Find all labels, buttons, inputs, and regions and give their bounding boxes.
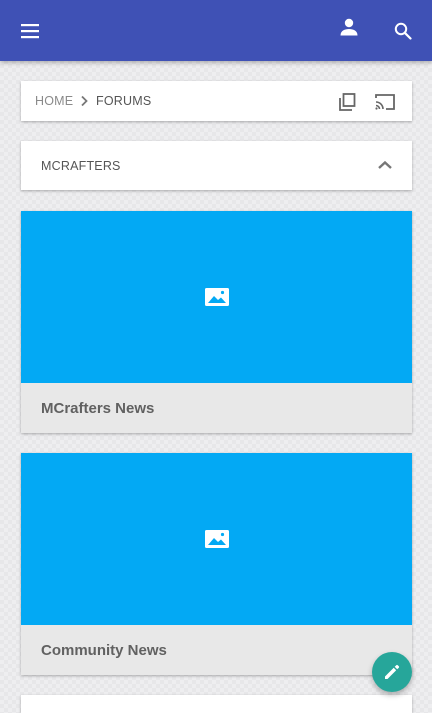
- chevron-right-icon: [81, 95, 88, 107]
- app-bar: [0, 0, 432, 61]
- menu-icon: [21, 24, 39, 39]
- next-card-partial: [21, 695, 412, 713]
- category-title: MCRAFTERS: [41, 159, 121, 173]
- search-button[interactable]: [385, 13, 421, 49]
- breadcrumb-current: FORUMS: [96, 94, 152, 108]
- chevron-up-icon: [378, 160, 392, 169]
- account-icon: [340, 18, 358, 36]
- forum-image: [21, 211, 412, 383]
- menu-button[interactable]: [12, 13, 48, 49]
- cast-button[interactable]: [373, 91, 397, 113]
- breadcrumb-home-link[interactable]: HOME: [35, 94, 73, 108]
- image-icon: [204, 530, 229, 548]
- forum-card-mcrafters-news[interactable]: MCrafters News: [21, 211, 412, 433]
- collapse-button[interactable]: [376, 158, 394, 172]
- image-icon: [204, 288, 229, 306]
- forum-title: Community News: [41, 642, 167, 659]
- copy-icon: [339, 93, 356, 111]
- account-button[interactable]: [331, 9, 367, 45]
- forum-card-community-news[interactable]: Community News: [21, 453, 412, 675]
- cast-icon: [375, 94, 395, 110]
- new-post-button[interactable]: [372, 652, 412, 692]
- category-header: MCRAFTERS: [21, 141, 412, 190]
- pencil-icon: [385, 664, 400, 679]
- breadcrumb: HOME FORUMS: [21, 81, 412, 121]
- search-icon: [394, 22, 412, 40]
- copy-button[interactable]: [336, 91, 358, 113]
- forum-image: [21, 453, 412, 625]
- forum-title: MCrafters News: [41, 400, 155, 417]
